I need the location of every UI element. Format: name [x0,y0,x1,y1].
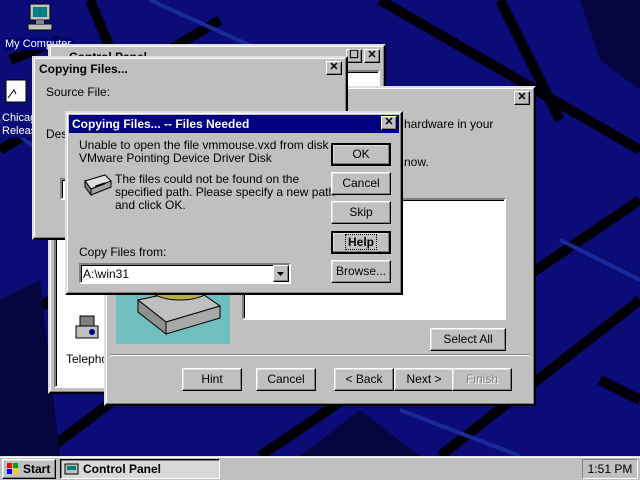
select-all-button[interactable]: Select All [430,328,506,351]
telephony-icon[interactable] [72,312,104,342]
maximize-button[interactable]: ☐ [346,49,362,63]
clock[interactable]: 1:51 PM [588,462,633,476]
detail-line3: and click OK. [115,198,186,212]
desktop-icon-label: Chicago Release [2,112,36,138]
message-line1: Unable to open the file vmmouse.vxd from… [79,138,329,152]
close-button[interactable]: ✕ [364,49,380,63]
message-line2: VMware Pointing Device Driver Disk [79,151,272,165]
dropdown-button[interactable] [273,265,289,282]
system-tray: 1:51 PM [582,459,638,479]
windows-logo-icon [7,463,18,474]
control-panel-icon [64,463,79,475]
telephony-label[interactable]: Telephony [66,352,106,366]
chevron-down-icon [277,272,284,276]
help-button[interactable]: Help [331,231,391,254]
browse-button[interactable]: Browse... [331,260,391,283]
start-button[interactable]: Start [2,459,56,479]
desktop-icon-chicago-release[interactable]: Chicago Release [0,76,36,140]
disk-drive-icon [84,174,112,197]
window-title: Copying Files... [39,62,128,76]
copying-files-titlebar[interactable]: Copying Files... ✕ [36,60,344,78]
files-needed-dialog: Copying Files... -- Files Needed ✕ Unabl… [65,111,403,295]
copy-files-from-label: Copy Files from: [79,245,167,259]
skip-button[interactable]: Skip [331,201,391,224]
copy-files-from-combo[interactable]: A:\win31 [79,263,291,284]
taskbar: Start Control Panel 1:51 PM [0,456,640,480]
computer-icon [27,3,53,31]
hint-button[interactable]: Hint [182,368,242,391]
files-needed-titlebar[interactable]: Copying Files... -- Files Needed ✕ [69,115,399,133]
taskbar-task-label: Control Panel [83,462,162,476]
taskbar-button-control-panel[interactable]: Control Panel [60,459,220,479]
copy-files-from-value[interactable]: A:\win31 [83,267,129,281]
close-button[interactable]: ✕ [514,91,530,105]
window-title: Copying Files... -- Files Needed [72,117,250,131]
next-button[interactable]: Next > [394,368,454,391]
help-button-label: Help [344,234,378,250]
close-button[interactable]: ✕ [326,61,342,75]
detail-line2: specified path. Please specify a new pat… [115,185,336,199]
cancel-button[interactable]: Cancel [331,172,391,195]
detail-line1: The files could not be found on the [115,172,300,186]
ok-button[interactable]: OK [331,143,391,166]
shortcut-icon [5,79,27,103]
cancel-button[interactable]: Cancel [256,368,316,391]
wizard-text-line2: now. [404,155,429,169]
back-button[interactable]: < Back [334,368,394,391]
wizard-text-line1: hardware in your [404,117,494,131]
close-button[interactable]: ✕ [381,116,397,130]
wizard-separator [110,354,530,356]
finish-button: Finish [452,368,512,391]
source-file-label: Source File: [46,85,111,99]
start-label: Start [23,462,51,476]
